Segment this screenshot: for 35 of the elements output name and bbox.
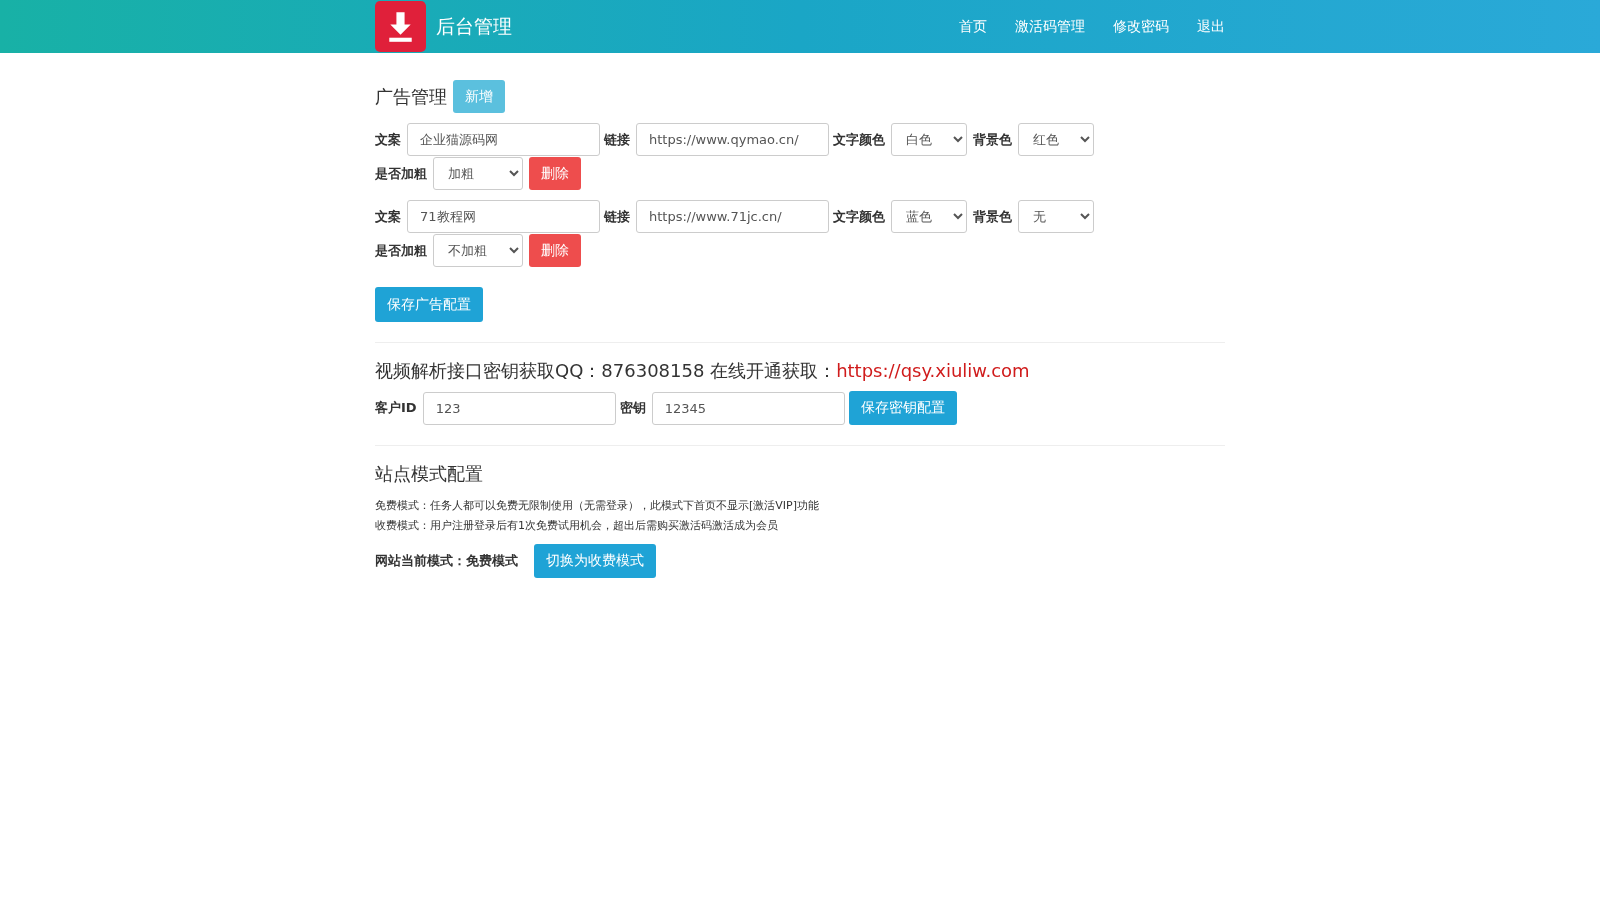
input-field[interactable]: 12345 [651,391,845,425]
field-label: 背景色 [973,207,1012,226]
field-label: 客户ID [375,399,417,417]
input-field[interactable]: https://www.qymao.cn/ [636,123,829,156]
field-label: 是否加粗 [375,164,427,183]
section-title: 广告管理 [375,84,447,109]
field-label: 链接 [604,130,630,149]
api-heading: 视频解析接口密钥获取QQ：876308158 在线开通获取：https://qsy.xiuliw.com [375,359,1031,383]
delete-button[interactable]: 删除 [529,234,581,267]
input-field[interactable]: https://www.71jc.cn/ [636,200,829,233]
field-label: 文字颜色 [833,130,885,149]
dropdown[interactable]: 加粗 [433,157,523,190]
dropdown[interactable]: 蓝色 [891,200,967,233]
input-field[interactable]: 71教程网 [407,200,600,233]
field-label: 密钥 [619,399,646,417]
note-text: 收费模式：用户注册登录后有1次免费试用机会，超出后需购买激活码激活成为会员 [375,518,779,534]
dropdown[interactable]: 白色 [891,123,967,156]
section-title: 站点模式配置 [375,462,484,486]
note-text: 免费模式：任务人都可以免费无限制使用（无需登录），此模式下首页不显示[激活VIP]功能 [375,498,820,514]
download-icon [375,1,426,52]
dropdown[interactable]: 不加粗 [433,234,523,267]
input-field[interactable]: 企业猫源码网 [407,123,600,156]
field-label: 文案 [375,130,401,149]
dropdown[interactable]: 红色 [1018,123,1094,156]
link[interactable]: https://qsy.xiuliw.com [836,360,1030,381]
field-label: 文字颜色 [833,207,885,226]
site-title: 后台管理 [436,13,512,39]
dropdown[interactable]: 无 [1018,200,1094,233]
field-label: 是否加粗 [375,241,427,260]
field-label: 文案 [375,207,401,226]
input-field[interactable]: 123 [422,391,616,425]
field-label: 背景色 [973,130,1012,149]
delete-button[interactable]: 删除 [529,157,581,190]
current-mode-text: 网站当前模式：免费模式 [375,552,518,570]
field-label: 链接 [604,207,630,226]
